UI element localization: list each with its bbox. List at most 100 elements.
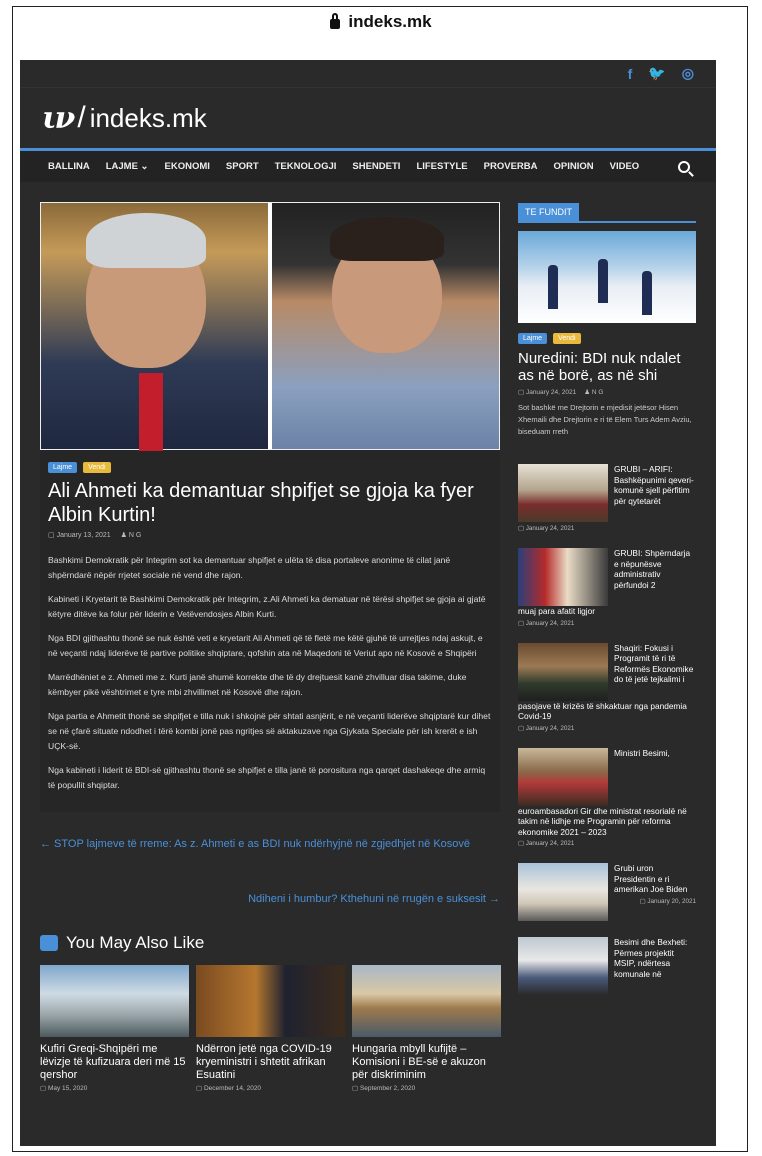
calendar-icon: ▢ January 13, 2021 <box>48 532 111 539</box>
related-card-image[interactable] <box>196 965 345 1037</box>
news-thumbnail[interactable] <box>518 863 608 921</box>
related-card[interactable]: Kufiri Greqi-Shqipëri me lëvizje të kufi… <box>40 965 189 1092</box>
logo-text: indeks.mk <box>89 102 207 133</box>
article-paragraph: Bashkimi Demokratik për Integrim sot ka … <box>48 555 451 580</box>
news-item[interactable]: GRUBI: Shpërndarja e nëpunësve administr… <box>518 548 696 627</box>
article-date: January 13, 2021 <box>56 532 111 539</box>
calendar-icon: ▢ January 24, 2021 <box>518 389 577 396</box>
article-author[interactable]: N G <box>129 532 141 539</box>
news-title[interactable]: GRUBI: Shpërndarja e nëpunësve administr… <box>614 548 696 606</box>
next-article-link[interactable]: Ndiheni i humbur? Kthehuni në rrugën e s… <box>40 893 500 905</box>
sidebar-heading: TE FUNDIT <box>518 203 579 221</box>
main-nav: BALLINA LAJME ⌄ EKONOMI SPORT TEKNOLOGJI… <box>20 148 716 182</box>
main-column: Lajme Vendi Ali Ahmeti ka demantuar shpi… <box>40 202 501 1092</box>
related-card[interactable]: Ndërron jetë nga COVID-19 kryeministri i… <box>196 965 345 1092</box>
article-paragraph: Nga partia e Ahmetit thonë se shpifjet e… <box>48 711 491 751</box>
nav-item-ballina[interactable]: BALLINA <box>48 161 90 172</box>
related-card-image[interactable] <box>352 965 501 1037</box>
news-item[interactable]: Shaqiri: Fokusi i Programit të ri të Ref… <box>518 642 696 732</box>
related-card-title[interactable]: Ndërron jetë nga COVID-19 kryeministri i… <box>196 1043 345 1082</box>
also-heading: You May Also Like <box>40 933 500 953</box>
news-thumbnail[interactable] <box>518 937 608 995</box>
article-paragraph: Nga kabineti i liderit të BDI-së gjithas… <box>48 765 486 790</box>
tag-vendi[interactable]: Vendi <box>553 333 581 344</box>
thumbs-up-icon <box>40 935 58 951</box>
user-icon: ♟ N G <box>120 532 142 539</box>
news-date: ▢ January 20, 2021 <box>639 897 696 905</box>
article-title: Ali Ahmeti ka demantuar shpifjet se gjoj… <box>48 480 474 526</box>
nav-item-ekonomi[interactable]: EKONOMI <box>165 161 210 172</box>
news-title[interactable]: GRUBI – ARIFI: Bashkëpunimi qeveri-komun… <box>614 464 696 522</box>
featured-title[interactable]: Nuredini: BDI nuk ndalet as në borë, as … <box>518 350 696 384</box>
news-date: ▢ January 24, 2021 <box>518 525 575 532</box>
featured-meta: ▢ January 24, 2021 ♟ N G <box>518 388 696 396</box>
instagram-icon[interactable]: ◎ <box>682 65 694 82</box>
nav-item-proverba[interactable]: PROVERBA <box>484 161 538 172</box>
featured-tags: Lajme Vendi <box>518 333 696 344</box>
address-bar[interactable]: indeks.mk <box>13 7 749 37</box>
tag-lajme[interactable]: Lajme <box>48 462 78 473</box>
related-card-date: ▢ December 14, 2020 <box>196 1085 262 1092</box>
logo-slash: / <box>77 101 86 134</box>
article-paragraph: Nga BDI gjithashtu thonë se nuk është ve… <box>48 633 483 658</box>
prev-article-link[interactable]: ← STOP lajmeve të rreme: As z. Ahmeti e … <box>40 836 500 853</box>
news-thumbnail[interactable] <box>518 747 608 806</box>
facebook-icon[interactable]: f <box>628 66 633 82</box>
url-text: indeks.mk <box>348 12 432 31</box>
news-title[interactable]: Besimi dhe Bexheti: Përmes projektit MSI… <box>614 937 696 995</box>
article-hero-image <box>40 202 500 451</box>
news-title[interactable]: Ministri Besimi, <box>614 748 670 806</box>
news-thumbnail[interactable] <box>518 548 608 606</box>
lock-icon <box>330 13 341 29</box>
article-tags: Lajme Vendi <box>48 462 492 473</box>
sidebar: TE FUNDIT Lajme Vendi Nuredini: BDI nuk … <box>518 202 696 995</box>
nav-item-sport[interactable]: SPORT <box>226 161 259 172</box>
nav-item-shendeti[interactable]: SHENDETI <box>352 161 400 172</box>
news-title[interactable]: Shaqiri: Fokusi i Programit të ri të Ref… <box>614 643 696 701</box>
news-item[interactable]: Grubi uron Presidentin e ri amerikan Joe… <box>518 863 696 921</box>
article-paragraph: Kabineti i Kryetarit të Bashkimi Demokra… <box>48 594 486 619</box>
nav-item-lajme[interactable]: LAJME ⌄ <box>106 161 149 172</box>
article-paragraph: Marrëdhëniet e z. Ahmeti me z. Kurti jan… <box>48 672 467 697</box>
related-card-date: ▢ May 15, 2020 <box>40 1085 88 1092</box>
related-card[interactable]: Hungaria mbyll kufijtë – Komisioni i BE-… <box>352 965 501 1092</box>
news-date: ▢ January 24, 2021 <box>518 724 575 732</box>
site-logo[interactable]: ιν / indeks.mk <box>20 88 716 148</box>
hero-right-photo <box>272 203 499 449</box>
news-thumbnail[interactable] <box>518 464 608 522</box>
search-icon[interactable] <box>678 160 690 173</box>
hero-left-photo <box>41 203 268 451</box>
article-body: Bashkimi Demokratik për Integrim sot ka … <box>48 553 492 793</box>
nav-item-video[interactable]: VIDEO <box>610 161 640 172</box>
logo-mark: ιν <box>42 100 75 136</box>
twitter-icon[interactable]: 🐦 <box>648 65 665 82</box>
tag-vendi[interactable]: Vendi <box>83 462 111 473</box>
related-card-title[interactable]: Kufiri Greqi-Shqipëri me lëvizje të kufi… <box>40 1043 189 1082</box>
news-item[interactable]: GRUBI – ARIFI: Bashkëpunimi qeveri-komun… <box>518 464 696 532</box>
news-thumbnail[interactable] <box>518 642 608 701</box>
news-title-continuation[interactable]: euroambasadori Gir dhe ministrat resoria… <box>518 806 696 838</box>
featured-image[interactable] <box>518 231 696 323</box>
news-item[interactable]: Besimi dhe Bexheti: Përmes projektit MSI… <box>518 937 696 995</box>
news-title-continuation[interactable]: muaj para afatit ligjor <box>518 606 696 617</box>
tag-lajme[interactable]: Lajme <box>518 333 548 344</box>
news-date: ▢ January 24, 2021 <box>518 619 575 627</box>
related-card-image[interactable] <box>40 965 189 1037</box>
nav-item-opinion[interactable]: OPINION <box>553 161 593 172</box>
also-heading-text: You May Also Like <box>66 933 205 952</box>
related-card-date: ▢ September 2, 2020 <box>352 1085 416 1092</box>
site-page: f 🐦 ◎ ιν / indeks.mk BALLINA LAJME ⌄ EKO… <box>20 60 716 1146</box>
article: Lajme Vendi Ali Ahmeti ka demantuar shpi… <box>40 202 500 812</box>
user-icon: ♟ N G <box>584 389 604 396</box>
related-cards: Kufiri Greqi-Shqipëri me lëvizje të kufi… <box>40 965 501 1092</box>
sidebar-heading-rule <box>518 221 696 223</box>
article-meta: ▢ January 13, 2021 ♟ N G <box>48 531 492 539</box>
news-title[interactable]: Grubi uron Presidentin e ri amerikan Joe… <box>614 863 696 895</box>
news-date: ▢ January 24, 2021 <box>518 840 575 847</box>
nav-item-lifestyle[interactable]: LIFESTYLE <box>416 161 467 172</box>
news-title-continuation[interactable]: pasojave të krizës të shkaktuar nga pand… <box>518 701 696 722</box>
nav-item-teknologji[interactable]: TEKNOLOGJI <box>275 161 337 172</box>
news-item[interactable]: Ministri Besimi, euroambasadori Gir dhe … <box>518 747 696 847</box>
featured-excerpt: Sot bashkë me Drejtorin e mjedisit jetës… <box>518 403 692 436</box>
related-card-title[interactable]: Hungaria mbyll kufijtë – Komisioni i BE-… <box>352 1043 501 1082</box>
